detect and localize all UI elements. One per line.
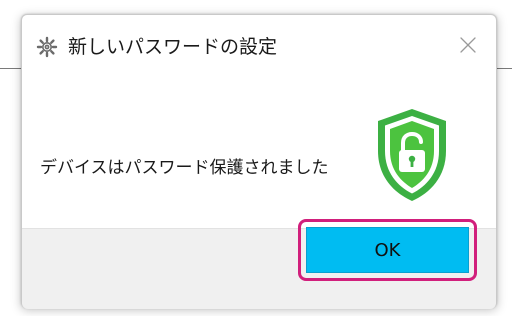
title-bar: 新しいパスワードの設定 [22,15,496,79]
close-button[interactable] [448,29,488,65]
close-icon [459,36,477,58]
status-message: デバイスはパスワード保護されました [40,158,329,178]
background-window-fragment [0,0,512,14]
background-divider [497,68,512,69]
ok-button[interactable]: OK [306,227,469,273]
background-divider [0,68,21,69]
dialog-title: 新しいパスワードの設定 [68,36,278,58]
shield-unlocked-icon [374,107,450,203]
gear-icon [36,36,58,58]
